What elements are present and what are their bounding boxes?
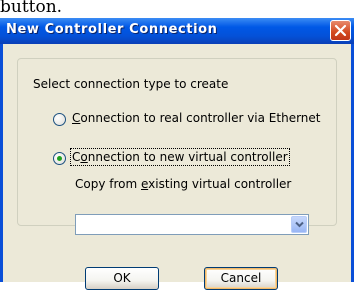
title-bar[interactable]: New Controller Connection (0, 18, 354, 44)
close-button[interactable] (330, 20, 351, 41)
radio-real-controller[interactable] (53, 113, 66, 126)
radio-virtual-controller-label[interactable]: Connection to new virtual controller (70, 148, 290, 166)
caption-fragment: button. (0, 0, 354, 18)
radio-real-controller-label[interactable]: Connection to real controller via Ethern… (72, 111, 321, 125)
ok-button[interactable]: OK (85, 267, 159, 290)
cancel-button[interactable]: Cancel (204, 267, 278, 290)
new-controller-connection-dialog: New Controller Connection Select connect… (0, 18, 354, 290)
copy-from-label: Copy from existing virtual controller (75, 177, 292, 191)
prompt-label: Select connection type to create (33, 77, 229, 91)
radio-virtual-controller[interactable] (53, 152, 66, 165)
close-icon (334, 24, 347, 37)
radio-selected-dot (57, 156, 62, 161)
dropdown-button[interactable] (291, 216, 307, 233)
copy-from-dropdown[interactable] (75, 214, 309, 235)
dialog-title: New Controller Connection (6, 22, 218, 37)
chevron-down-icon (295, 221, 304, 228)
